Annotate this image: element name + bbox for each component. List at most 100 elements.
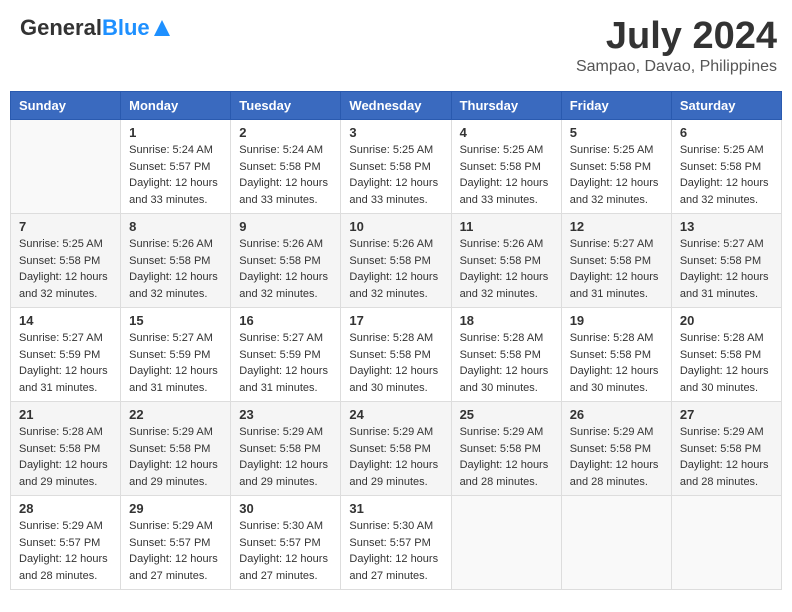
day-info: Sunrise: 5:29 AM Sunset: 5:57 PM Dayligh… [129,518,222,584]
calendar-cell: 23Sunrise: 5:29 AM Sunset: 5:58 PM Dayli… [231,402,341,496]
week-row-1: 1 Sunrise: 5:24 AM Sunset: 5:57 PM Daylig… [11,120,782,214]
calendar-cell: 13 Sunrise: 5:27 AM Sunset: 5:58 PM Dayli… [671,214,781,308]
day-info: Sunrise: 5:28 AM Sunset: 5:58 PM Dayligh… [680,330,773,396]
day-info: Sunrise: 5:25 AM Sunset: 5:58 PM Dayligh… [460,142,553,208]
day-number: 8 [129,219,222,234]
day-info: Sunrise: 5:28 AM Sunset: 5:58 PM Dayligh… [460,330,553,396]
calendar-cell: 29 Sunrise: 5:29 AM Sunset: 5:57 PM Dayli… [121,496,231,590]
col-header-friday: Friday [561,92,671,120]
day-info: Sunrise: 5:29 AM Sunset: 5:58 PM Dayligh… [239,424,332,490]
calendar-cell [451,496,561,590]
day-number: 20 [680,313,773,328]
calendar-cell [671,496,781,590]
day-number: 4 [460,125,553,140]
day-info: Sunrise: 5:27 AM Sunset: 5:58 PM Dayligh… [570,236,663,302]
calendar-cell: 12 Sunrise: 5:27 AM Sunset: 5:58 PM Dayli… [561,214,671,308]
week-row-5: 28 Sunrise: 5:29 AM Sunset: 5:57 PM Dayli… [11,496,782,590]
month-title: July 2024 [576,15,777,58]
calendar-cell: 22 Sunrise: 5:29 AM Sunset: 5:58 PM Dayli… [121,402,231,496]
day-number: 17 [349,313,442,328]
col-header-thursday: Thursday [451,92,561,120]
col-header-tuesday: Tuesday [231,92,341,120]
day-info: Sunrise: 5:28 AM Sunset: 5:58 PM Dayligh… [349,330,442,396]
day-info: Sunrise: 5:29 AM Sunset: 5:58 PM Dayligh… [349,424,442,490]
calendar-cell: 27 Sunrise: 5:29 AM Sunset: 5:58 PM Dayli… [671,402,781,496]
day-info: Sunrise: 5:24 AM Sunset: 5:57 PM Dayligh… [129,142,222,208]
calendar-cell: 30 Sunrise: 5:30 AM Sunset: 5:57 PM Dayli… [231,496,341,590]
day-number: 6 [680,125,773,140]
day-number: 10 [349,219,442,234]
day-info: Sunrise: 5:29 AM Sunset: 5:58 PM Dayligh… [680,424,773,490]
calendar-table: SundayMondayTuesdayWednesdayThursdayFrid… [10,91,782,590]
calendar-cell: 26Sunrise: 5:29 AM Sunset: 5:58 PM Dayli… [561,402,671,496]
day-info: Sunrise: 5:25 AM Sunset: 5:58 PM Dayligh… [570,142,663,208]
day-number: 11 [460,219,553,234]
calendar-cell: 9 Sunrise: 5:26 AM Sunset: 5:58 PM Daylig… [231,214,341,308]
logo-icon [152,18,172,38]
title-area: July 2024 Sampao, Davao, Philippines [576,15,777,76]
calendar-cell: 8 Sunrise: 5:26 AM Sunset: 5:58 PM Daylig… [121,214,231,308]
page-header: GeneralBlue July 2024 Sampao, Davao, Phi… [10,10,782,81]
day-number: 26 [570,407,663,422]
day-number: 27 [680,407,773,422]
day-number: 15 [129,313,222,328]
calendar-cell [561,496,671,590]
day-number: 16 [239,313,332,328]
header-row: SundayMondayTuesdayWednesdayThursdayFrid… [11,92,782,120]
day-number: 1 [129,125,222,140]
calendar-cell: 31 Sunrise: 5:30 AM Sunset: 5:57 PM Dayli… [341,496,451,590]
col-header-saturday: Saturday [671,92,781,120]
day-number: 9 [239,219,332,234]
day-info: Sunrise: 5:27 AM Sunset: 5:59 PM Dayligh… [19,330,112,396]
col-header-sunday: Sunday [11,92,121,120]
day-info: Sunrise: 5:25 AM Sunset: 5:58 PM Dayligh… [680,142,773,208]
calendar-cell: 3Sunrise: 5:25 AM Sunset: 5:58 PM Daylig… [341,120,451,214]
calendar-cell: 11 Sunrise: 5:26 AM Sunset: 5:58 PM Dayli… [451,214,561,308]
day-info: Sunrise: 5:28 AM Sunset: 5:58 PM Dayligh… [570,330,663,396]
day-info: Sunrise: 5:25 AM Sunset: 5:58 PM Dayligh… [19,236,112,302]
calendar-cell: 16 Sunrise: 5:27 AM Sunset: 5:59 PM Dayli… [231,308,341,402]
calendar-cell: 5Sunrise: 5:25 AM Sunset: 5:58 PM Daylig… [561,120,671,214]
logo-blue-text: Blue [102,15,150,41]
day-number: 3 [349,125,442,140]
calendar-cell: 17 Sunrise: 5:28 AM Sunset: 5:58 PM Dayli… [341,308,451,402]
day-info: Sunrise: 5:27 AM Sunset: 5:59 PM Dayligh… [129,330,222,396]
day-info: Sunrise: 5:24 AM Sunset: 5:58 PM Dayligh… [239,142,332,208]
calendar-cell: 2 Sunrise: 5:24 AM Sunset: 5:58 PM Daylig… [231,120,341,214]
day-number: 31 [349,501,442,516]
day-info: Sunrise: 5:30 AM Sunset: 5:57 PM Dayligh… [239,518,332,584]
day-number: 2 [239,125,332,140]
day-info: Sunrise: 5:27 AM Sunset: 5:59 PM Dayligh… [239,330,332,396]
calendar-cell: 15 Sunrise: 5:27 AM Sunset: 5:59 PM Dayli… [121,308,231,402]
day-info: Sunrise: 5:29 AM Sunset: 5:58 PM Dayligh… [129,424,222,490]
day-number: 7 [19,219,112,234]
day-number: 29 [129,501,222,516]
location-subtitle: Sampao, Davao, Philippines [576,58,777,76]
calendar-cell: 6 Sunrise: 5:25 AM Sunset: 5:58 PM Daylig… [671,120,781,214]
calendar-cell: 10Sunrise: 5:26 AM Sunset: 5:58 PM Dayli… [341,214,451,308]
day-info: Sunrise: 5:26 AM Sunset: 5:58 PM Dayligh… [239,236,332,302]
day-info: Sunrise: 5:26 AM Sunset: 5:58 PM Dayligh… [129,236,222,302]
day-number: 12 [570,219,663,234]
calendar-cell: 20 Sunrise: 5:28 AM Sunset: 5:58 PM Dayli… [671,308,781,402]
calendar-cell: 19 Sunrise: 5:28 AM Sunset: 5:58 PM Dayli… [561,308,671,402]
day-number: 24 [349,407,442,422]
day-number: 18 [460,313,553,328]
calendar-cell: 1 Sunrise: 5:24 AM Sunset: 5:57 PM Daylig… [121,120,231,214]
calendar-cell: 4 Sunrise: 5:25 AM Sunset: 5:58 PM Daylig… [451,120,561,214]
day-info: Sunrise: 5:27 AM Sunset: 5:58 PM Dayligh… [680,236,773,302]
day-number: 13 [680,219,773,234]
day-info: Sunrise: 5:26 AM Sunset: 5:58 PM Dayligh… [460,236,553,302]
calendar-cell: 14Sunrise: 5:27 AM Sunset: 5:59 PM Dayli… [11,308,121,402]
day-number: 25 [460,407,553,422]
col-header-monday: Monday [121,92,231,120]
calendar-cell: 21Sunrise: 5:28 AM Sunset: 5:58 PM Dayli… [11,402,121,496]
day-info: Sunrise: 5:29 AM Sunset: 5:57 PM Dayligh… [19,518,112,584]
calendar-cell [11,120,121,214]
day-number: 19 [570,313,663,328]
day-number: 28 [19,501,112,516]
day-info: Sunrise: 5:30 AM Sunset: 5:57 PM Dayligh… [349,518,442,584]
day-number: 30 [239,501,332,516]
day-number: 22 [129,407,222,422]
logo-general-text: General [20,15,102,41]
